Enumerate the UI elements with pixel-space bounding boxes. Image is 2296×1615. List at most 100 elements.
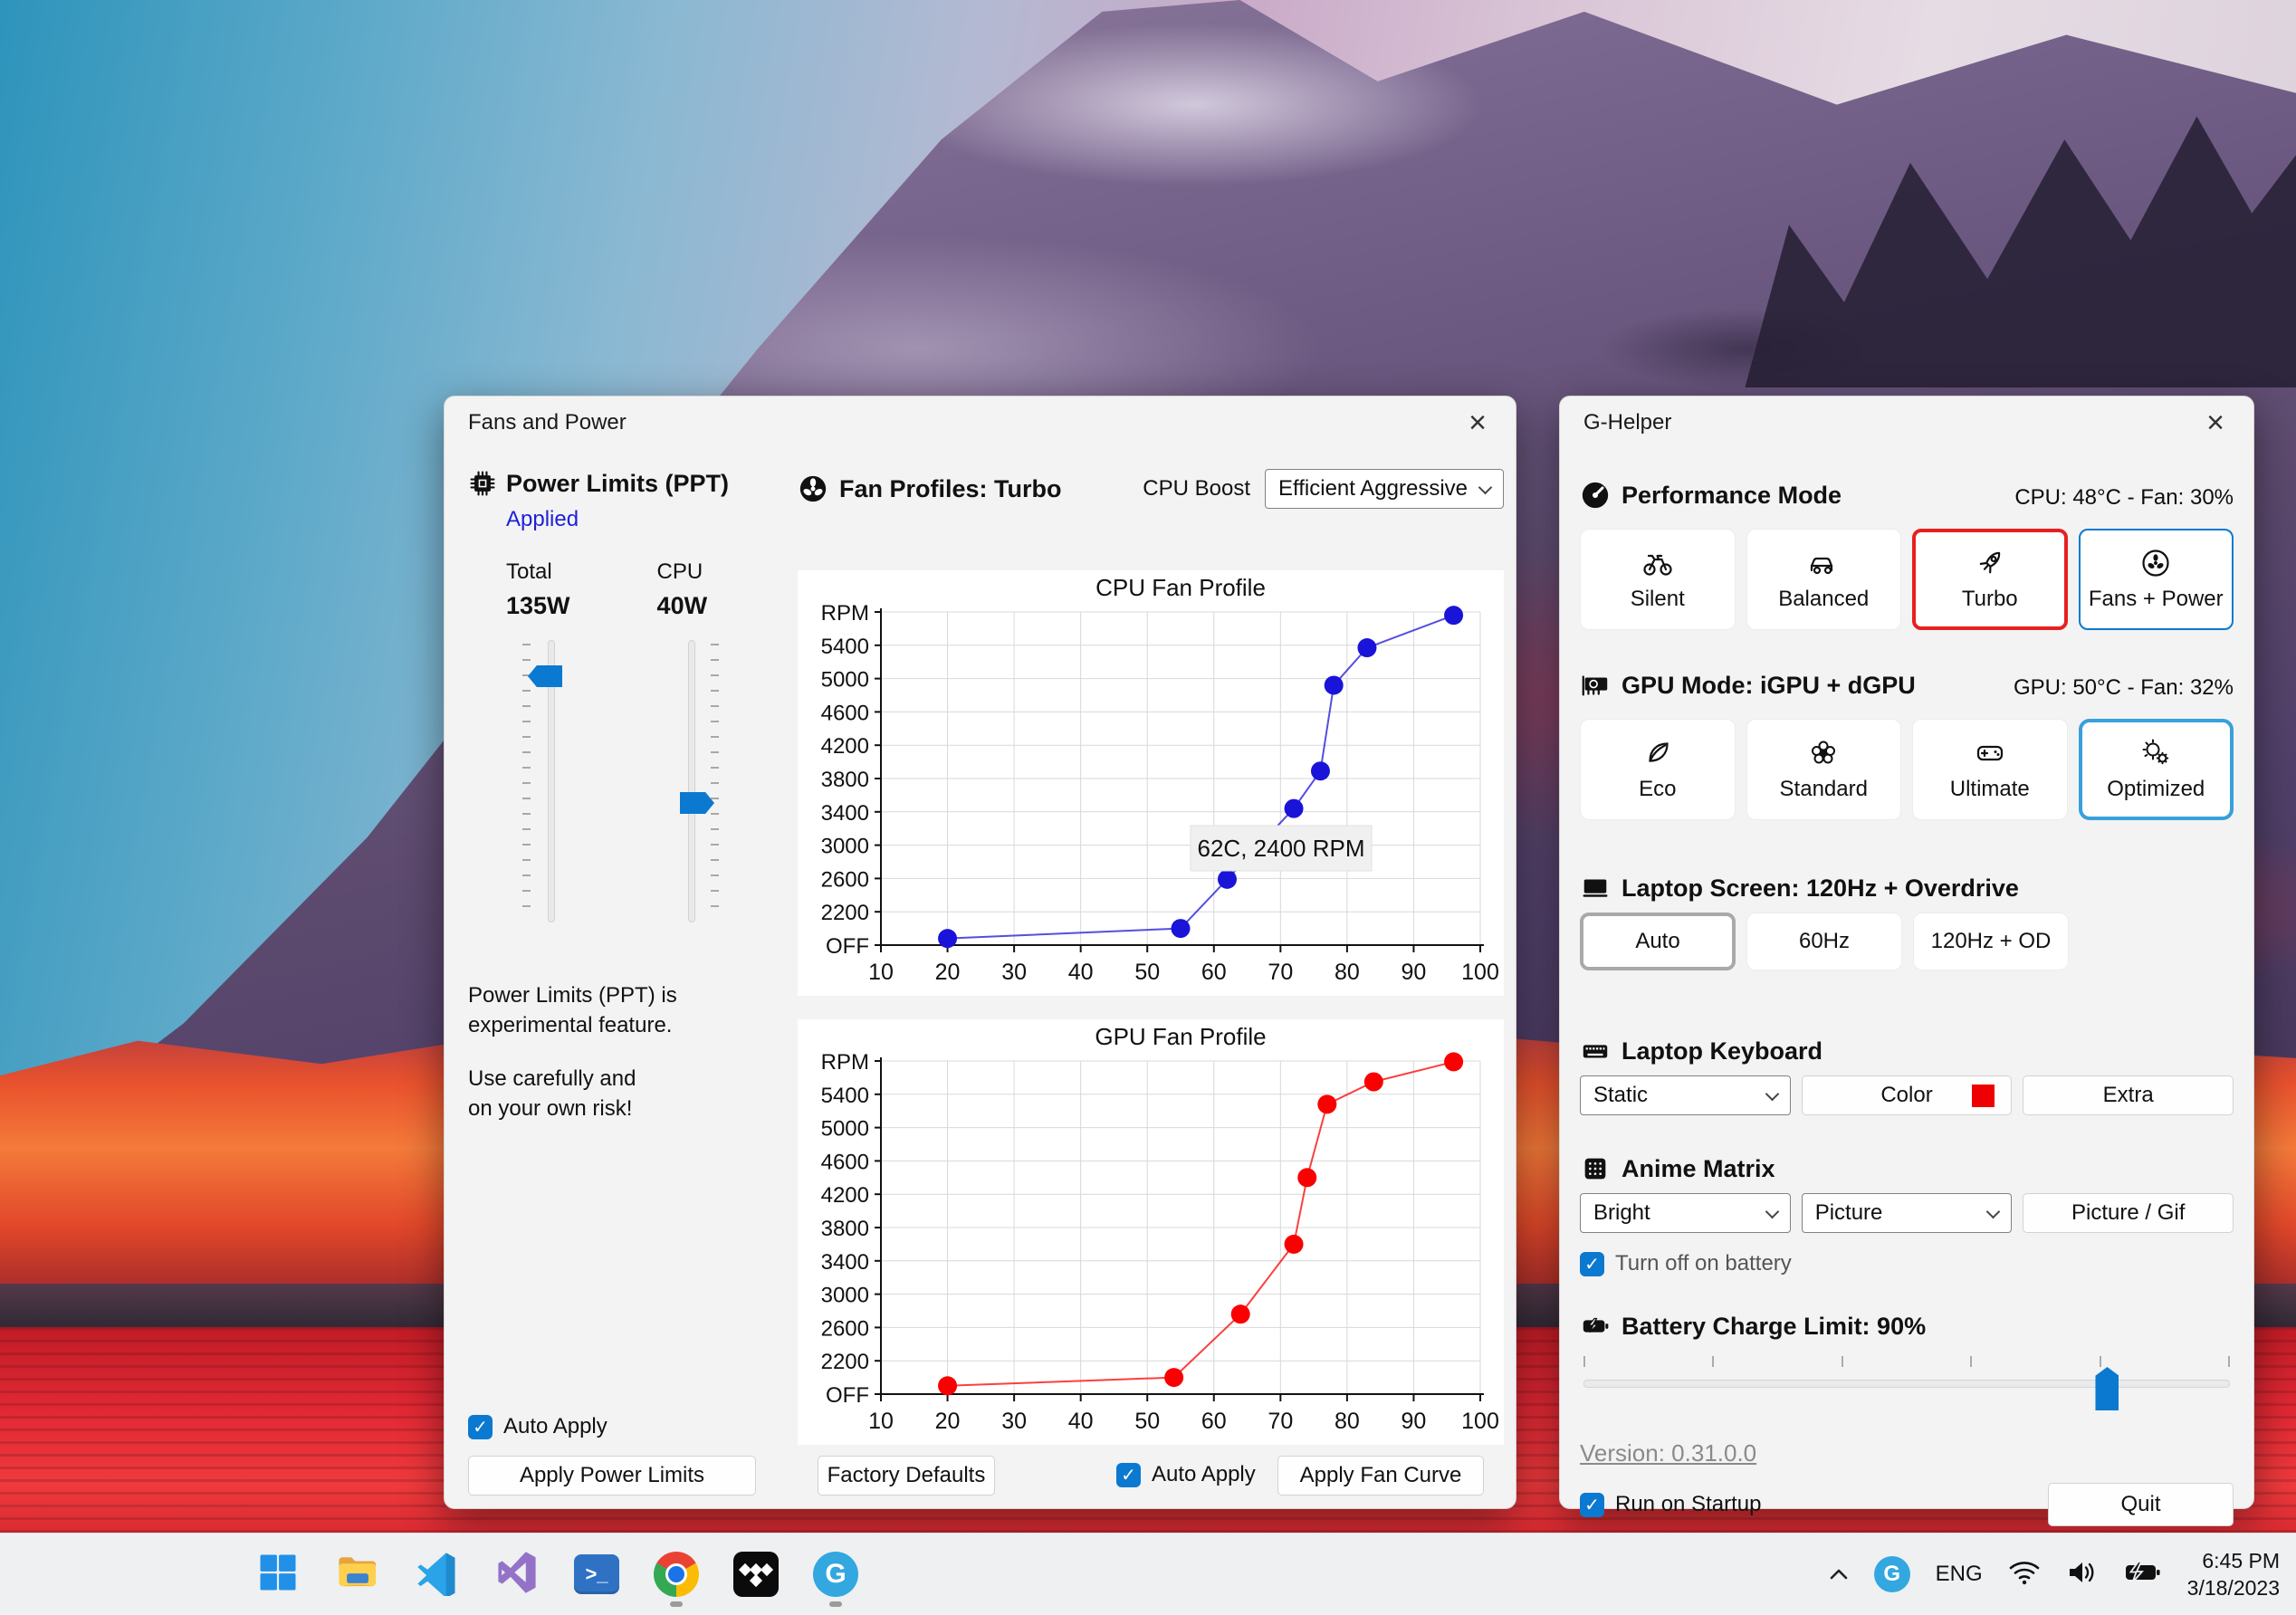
checkbox-checked-icon[interactable]: ✓ [468, 1414, 493, 1439]
color-swatch [1972, 1085, 1995, 1107]
perf-mode-balanced[interactable]: Balanced [1746, 529, 1901, 630]
matrix-mode-dropdown[interactable]: Picture [1801, 1193, 2013, 1233]
power-limits-panel: Power Limits (PPT) Applied Total 135W CP… [468, 469, 785, 1496]
close-icon[interactable]: × [2186, 402, 2244, 444]
gpu-fan-profile-chart[interactable]: 10 20 30 40 50 60 70 80 90 100 OFF 2200 2600 3000 3400… [798, 1019, 1504, 1445]
mode-label: 60Hz [1798, 929, 1851, 953]
battery-charge-slider[interactable] [1583, 1356, 2230, 1412]
color-button-label: Color [1880, 1083, 1933, 1107]
ghelper-titlebar[interactable]: G-Helper × [1560, 397, 2253, 449]
tray-time: 6:45 PM [2202, 1549, 2280, 1572]
quit-button[interactable]: Quit [2048, 1483, 2234, 1526]
volume-icon[interactable] [2066, 1559, 2099, 1591]
total-slider-thumb[interactable] [528, 665, 562, 687]
screen-auto-button[interactable]: Auto [1580, 913, 1736, 970]
svg-text:3000: 3000 [821, 1284, 869, 1308]
svg-text:4200: 4200 [821, 1183, 869, 1208]
svg-text:62C, 2400 RPM: 62C, 2400 RPM [1198, 835, 1365, 862]
matrix-brightness-dropdown[interactable]: Bright [1580, 1193, 1791, 1233]
taskbar-tidal-button[interactable] [730, 1548, 782, 1601]
factory-defaults-button[interactable]: Factory Defaults [818, 1456, 995, 1496]
run-on-startup-checkbox[interactable]: ✓ Run on Startup Quit [1580, 1483, 2234, 1526]
wifi-icon[interactable] [2008, 1559, 2041, 1591]
tray-g-helper-icon[interactable]: G [1873, 1556, 1910, 1592]
g-helper-window: G-Helper × Performance Mode CPU: 48°C - … [1559, 396, 2254, 1526]
matrix-icon [1580, 1153, 1611, 1184]
perf-mode-fans-power[interactable]: Fans + Power [2078, 529, 2234, 630]
tray-language[interactable]: ENG [1936, 1562, 1983, 1587]
laptop-keyboard-heading: Laptop Keyboard [1580, 1036, 2234, 1066]
rocket-icon [1974, 547, 2006, 579]
note-line: Use carefully and [468, 1066, 636, 1091]
taskbar-tray: G ENG 6:45 PM 3/18/2023 [1829, 1534, 2280, 1615]
running-indicator [829, 1601, 842, 1607]
svg-text:60: 60 [1201, 960, 1227, 985]
cpu-power-slider[interactable] [688, 640, 695, 922]
checkbox-checked-icon[interactable]: ✓ [1580, 1492, 1604, 1517]
screen-60hz-button[interactable]: 60Hz [1746, 913, 1902, 970]
battery-charge-heading: Battery Charge Limit: 90% [1580, 1311, 2234, 1342]
svg-text:30: 30 [1001, 960, 1027, 985]
fans-window-titlebar[interactable]: Fans and Power × [445, 397, 1516, 449]
cpu-boost-value: Efficient Aggressive [1278, 476, 1468, 501]
gauge-icon [1580, 480, 1611, 511]
cpu-boost-dropdown[interactable]: Efficient Aggressive [1265, 469, 1504, 509]
battery-charge-title: Battery Charge Limit: 90% [1622, 1312, 1927, 1340]
taskbar-powershell-button[interactable]: >_ [570, 1548, 623, 1601]
gpu-mode-ultimate[interactable]: Ultimate [1912, 719, 2068, 820]
chevron-down-icon [1478, 480, 1493, 494]
taskbar-start-button[interactable] [252, 1548, 304, 1601]
tray-clock[interactable]: 6:45 PM 3/18/2023 [2187, 1547, 2280, 1601]
checkbox-checked-icon[interactable]: ✓ [1580, 1251, 1604, 1276]
svg-text:100: 100 [1461, 1409, 1499, 1434]
turn-off-on-battery-checkbox[interactable]: ✓ Turn off on battery [1580, 1251, 2234, 1276]
battery-charging-icon[interactable] [2124, 1560, 2162, 1590]
perf-mode-turbo[interactable]: Turbo [1912, 529, 2068, 630]
keyboard-extra-button[interactable]: Extra [2023, 1075, 2234, 1115]
cpu-slider-thumb[interactable] [680, 792, 714, 814]
keyboard-color-button[interactable]: Color [1801, 1075, 2013, 1115]
svg-text:2200: 2200 [821, 1350, 869, 1374]
taskbar: >_ G G ENG 6:45 PM 3/18/2023 [0, 1533, 2296, 1615]
power-auto-apply[interactable]: ✓ Auto Apply [468, 1414, 756, 1439]
taskbar-vscode-button[interactable] [411, 1548, 464, 1601]
taskbar-ghelper-button[interactable]: G [809, 1548, 862, 1607]
battery-slider-thumb[interactable] [2095, 1367, 2119, 1410]
svg-text:3800: 3800 [821, 1217, 869, 1241]
taskbar-file-explorer-button[interactable] [331, 1548, 384, 1601]
fan-auto-apply[interactable]: ✓ Auto Apply [1116, 1462, 1256, 1487]
vscode-icon [414, 1549, 461, 1601]
svg-text:3400: 3400 [821, 801, 869, 826]
keyboard-mode-dropdown[interactable]: Static [1580, 1075, 1791, 1115]
power-limits-actions: ✓ Auto Apply Apply Power Limits [468, 1414, 756, 1496]
battery-slider-ticks [1583, 1356, 2230, 1367]
apply-power-limits-button[interactable]: Apply Power Limits [468, 1456, 756, 1496]
battery-slider-track[interactable] [1583, 1380, 2230, 1388]
anime-matrix-title: Anime Matrix [1622, 1154, 1775, 1182]
gpu-mode-optimized[interactable]: Optimized [2078, 719, 2234, 820]
picture-gif-button[interactable]: Picture / Gif [2023, 1193, 2234, 1233]
version-link[interactable]: Version: 0.31.0.0 [1580, 1439, 2234, 1467]
apply-fan-curve-button[interactable]: Apply Fan Curve [1277, 1456, 1484, 1496]
taskbar-chrome-button[interactable] [650, 1548, 703, 1607]
power-limits-applied-link[interactable]: Applied [506, 507, 785, 532]
svg-text:10: 10 [868, 1409, 894, 1434]
checkbox-checked-icon[interactable]: ✓ [1116, 1462, 1141, 1487]
cpu-fan-profile-chart[interactable]: 10 20 30 40 50 60 70 80 90 100 OFF 2200 2600 3000 3400… [798, 570, 1504, 996]
chevron-down-icon [1986, 1204, 2001, 1218]
taskbar-visual-studio-button[interactable] [491, 1548, 543, 1601]
svg-text:3800: 3800 [821, 768, 869, 792]
close-icon[interactable]: × [1449, 402, 1507, 444]
svg-text:40: 40 [1068, 1409, 1094, 1434]
gpu-temp-status: GPU: 50°C - Fan: 32% [2013, 675, 2234, 700]
tray-chevron-up-icon[interactable] [1829, 1568, 1849, 1581]
svg-text:OFF: OFF [826, 1383, 869, 1408]
fan-profile-actions: Factory Defaults ✓ Auto Apply Apply Fan … [798, 1456, 1504, 1496]
leaf-icon [1641, 737, 1674, 769]
chrome-icon [654, 1552, 699, 1597]
perf-mode-silent[interactable]: Silent [1580, 529, 1736, 630]
gpu-mode-eco[interactable]: Eco [1580, 719, 1736, 820]
powershell-icon: >_ [574, 1554, 619, 1594]
screen-120hz-od-button[interactable]: 120Hz + OD [1913, 913, 2069, 970]
gpu-mode-standard[interactable]: Standard [1746, 719, 1901, 820]
